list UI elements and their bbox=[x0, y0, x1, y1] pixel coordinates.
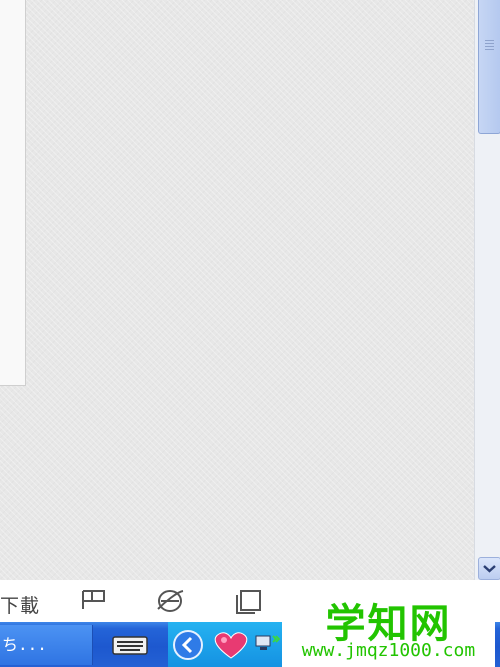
network-icon[interactable] bbox=[254, 632, 282, 658]
flag-icon[interactable] bbox=[80, 588, 108, 612]
content-panel bbox=[0, 0, 26, 386]
keyboard-icon[interactable] bbox=[112, 634, 148, 656]
watermark-url: www.jmqz1000.com bbox=[301, 640, 476, 661]
chevron-down-icon bbox=[483, 565, 496, 573]
scroll-down-button[interactable] bbox=[478, 557, 500, 580]
back-arrow-icon[interactable] bbox=[172, 629, 204, 661]
internet-explorer-icon[interactable] bbox=[155, 588, 185, 614]
grip-icon bbox=[485, 40, 494, 52]
scroll-thumb[interactable] bbox=[478, 0, 500, 134]
taskbar-button-label: ち... bbox=[2, 635, 47, 654]
watermark-logo: 学知网 www.jmqz1000.com bbox=[282, 583, 495, 667]
window-restore-icon[interactable] bbox=[235, 588, 263, 614]
download-label[interactable]: 下載 bbox=[0, 591, 40, 618]
heart-icon[interactable] bbox=[210, 630, 252, 660]
vertical-scrollbar[interactable] bbox=[474, 0, 500, 580]
desktop-background bbox=[0, 0, 474, 580]
